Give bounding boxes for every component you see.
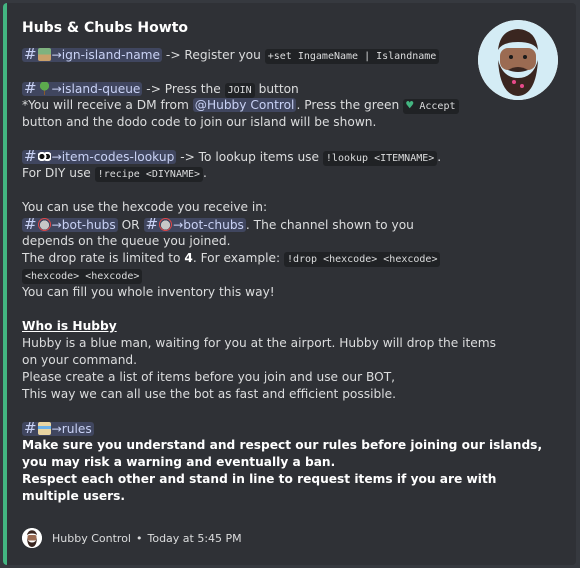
house-icon bbox=[37, 48, 51, 61]
channel-link-item-codes-lookup[interactable]: # →item-codes-lookup bbox=[22, 147, 177, 165]
channel-hash-icon: # bbox=[24, 419, 37, 437]
inline-code: JOIN bbox=[224, 83, 255, 98]
scroll-icon bbox=[37, 422, 51, 435]
channel-hash-icon: # bbox=[145, 215, 159, 233]
embed-title: Hubs & Chubs Howto bbox=[22, 20, 189, 36]
section-heading-who-is-hubby: Who is Hubby bbox=[22, 319, 117, 333]
channel-hash-icon: # bbox=[24, 147, 37, 165]
green-heart-icon: ♥ bbox=[406, 98, 414, 112]
channel-link-bot-hubs[interactable]: # →bot-hubs bbox=[22, 215, 118, 233]
user-mention-hubby-control[interactable]: @Hubby Control bbox=[192, 98, 297, 112]
footer-separator: • bbox=[135, 531, 143, 545]
robot-icon bbox=[37, 218, 51, 231]
channel-hash-icon: # bbox=[24, 45, 37, 63]
inline-code: ♥ Accept bbox=[403, 98, 459, 114]
inline-code: <hexcode> <hexcode> bbox=[22, 269, 143, 284]
robot-icon bbox=[159, 218, 173, 231]
channel-link-ign-island-name[interactable]: # →ign-island-name bbox=[22, 45, 163, 63]
embed-description: # →ign-island-name -> Register you +set I… bbox=[22, 45, 543, 503]
embed-content: Hubs & Chubs Howto # →ign-island-name -> … bbox=[22, 19, 543, 505]
bearded-man-avatar-icon bbox=[478, 20, 558, 100]
inline-code: !recipe <DIYNAME> bbox=[94, 167, 204, 182]
footer-timestamp: Today at 5:45 PM bbox=[147, 531, 242, 545]
embed-footer: Hubby Control • Today at 5:45 PM bbox=[22, 528, 242, 548]
channel-hash-icon: # bbox=[24, 215, 37, 233]
eyes-icon bbox=[37, 150, 51, 163]
channel-hash-icon: # bbox=[24, 79, 37, 97]
inline-code: !drop <hexcode> <hexcode> bbox=[283, 252, 441, 267]
footer-avatar-icon bbox=[22, 528, 42, 548]
embed-card: Hubs & Chubs Howto # →ign-island-name -> … bbox=[3, 3, 576, 565]
embed-thumbnail-avatar[interactable] bbox=[478, 20, 558, 100]
inline-code: !lookup <ITEMNAME> bbox=[322, 151, 438, 166]
footer-author: Hubby Control bbox=[52, 531, 131, 545]
channel-link-bot-chubs[interactable]: # →bot-chubs bbox=[143, 215, 246, 233]
channel-link-island-queue[interactable]: # →island-queue bbox=[22, 79, 143, 97]
palm-tree-icon bbox=[37, 82, 51, 95]
inline-code: +set IngameName | Islandname bbox=[264, 49, 440, 64]
channel-link-rules[interactable]: # →rules bbox=[22, 419, 94, 437]
